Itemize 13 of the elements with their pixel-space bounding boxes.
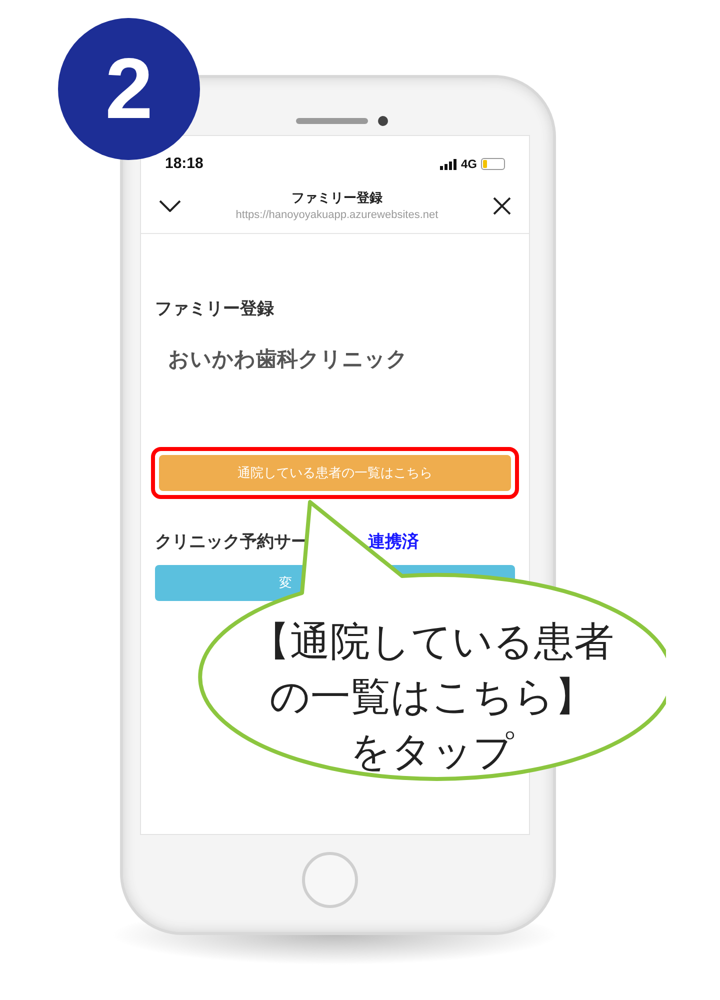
callout-text: 【通院している患者 の一覧はこちら】 をタップ <box>249 618 615 777</box>
network-label: 4G <box>460 156 477 173</box>
service-status: 連携済 <box>368 531 419 553</box>
header-title: ファミリー登録 <box>291 188 382 206</box>
close-icon[interactable] <box>492 196 511 214</box>
battery-icon <box>481 158 505 170</box>
page-heading: ファミリー登録 <box>155 298 275 320</box>
patients-list-button[interactable]: 通院している患者の一覧はこちら <box>159 455 511 491</box>
chevron-down-icon[interactable] <box>159 200 181 212</box>
phone-speaker <box>296 118 368 124</box>
clinic-name: おいかわ歯科クリニック <box>168 346 409 372</box>
page-url: https://hanoyoyakuapp.azurewebsites.net <box>236 208 438 223</box>
signal-icon <box>440 158 457 170</box>
